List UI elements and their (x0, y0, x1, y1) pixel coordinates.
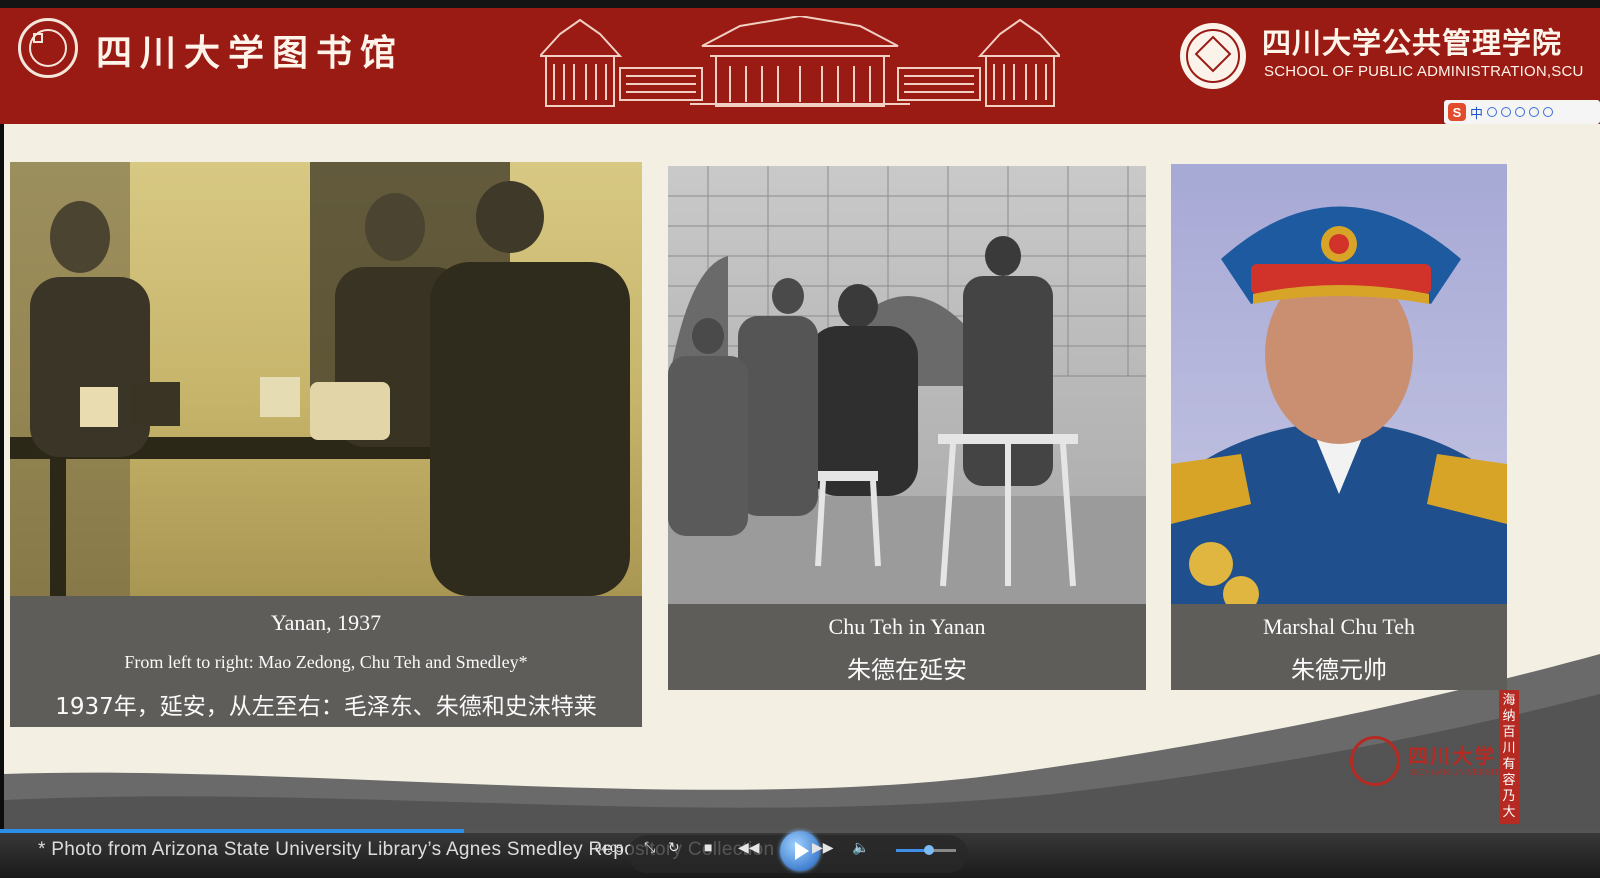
library-seal-logo (18, 18, 78, 78)
window-top-strip (0, 0, 1600, 8)
ime-language-toggle[interactable]: 中 (1470, 103, 1483, 122)
caption-title: Marshal Chu Teh (1262, 614, 1416, 639)
university-motto: 海纳百川 有容乃大 (1499, 690, 1519, 824)
building-outline-graphic (540, 16, 1060, 107)
slide-content: Yanan, 1937 From left to right: Mao Zedo… (4, 124, 1600, 829)
ime-user-icon[interactable] (1543, 107, 1554, 117)
caption-title: Chu Teh in Yanan (828, 614, 986, 639)
ime-punctuation-icon[interactable] (1487, 107, 1498, 117)
ime-microphone-icon[interactable] (1515, 107, 1526, 117)
loop-icon[interactable]: ↻ (668, 839, 680, 856)
stop-icon[interactable]: ■ (704, 839, 712, 855)
caption-subtitle: From left to right: Mao Zedong, Chu Teh … (124, 652, 528, 672)
slide-header-banner: 四川大学图书馆 四川大学公共管理学院 SCHOOL OF PUBLIC ADMI… (0, 8, 1600, 124)
school-name-en: SCHOOL OF PUBLIC ADMINISTRATION,SCU (1264, 63, 1584, 80)
video-player-bar: * Photo from Arizona State University Li… (0, 829, 1600, 878)
school-name-cn: 四川大学公共管理学院 (1262, 26, 1563, 60)
fullscreen-icon[interactable]: ⤡ (644, 839, 655, 856)
playback-time: 04:05 (595, 843, 623, 855)
fast-forward-icon[interactable]: ▶▶ (812, 839, 834, 856)
volume-knob[interactable] (924, 845, 934, 855)
ime-keyboard-icon[interactable] (1529, 107, 1540, 117)
rewind-icon[interactable]: ◀◀ (738, 839, 760, 856)
ime-emoji-icon[interactable] (1501, 107, 1512, 117)
photo-yanan-1937 (10, 162, 642, 596)
school-emblem-logo (1180, 23, 1246, 89)
sichuan-university-seal-icon (1350, 736, 1400, 786)
photo-caption-chu-teh-yanan: Chu Teh in Yanan 朱德在延安 (668, 604, 1146, 690)
library-name: 四川大学图书馆 (96, 32, 405, 74)
video-progress-fill (0, 829, 464, 833)
volume-icon[interactable]: 🔈 (852, 839, 869, 856)
photo-caption-marshal-chu-teh: Marshal Chu Teh 朱德元帅 (1171, 604, 1507, 690)
sogou-ime-icon[interactable]: S (1448, 103, 1466, 121)
caption-cn: 1937年，延安，从左至右：毛泽东、朱德和史沫特莱 (55, 694, 597, 720)
caption-title: Yanan, 1937 (270, 610, 382, 635)
caption-cn: 朱德元帅 (1291, 656, 1387, 684)
brand-name-cn: 四川大学 (1408, 744, 1496, 768)
photo-marshal-chu-teh (1171, 164, 1507, 604)
photo-caption-yanan-1937: Yanan, 1937 From left to right: Mao Zedo… (10, 596, 642, 727)
caption-cn: 朱德在延安 (847, 656, 967, 684)
volume-slider[interactable] (896, 845, 956, 855)
ime-toolbar[interactable]: S 中 (1444, 100, 1600, 124)
brand-name-en: SICHUAN UNIVERSITY (1410, 768, 1506, 777)
photo-chu-teh-in-yanan (668, 166, 1146, 604)
